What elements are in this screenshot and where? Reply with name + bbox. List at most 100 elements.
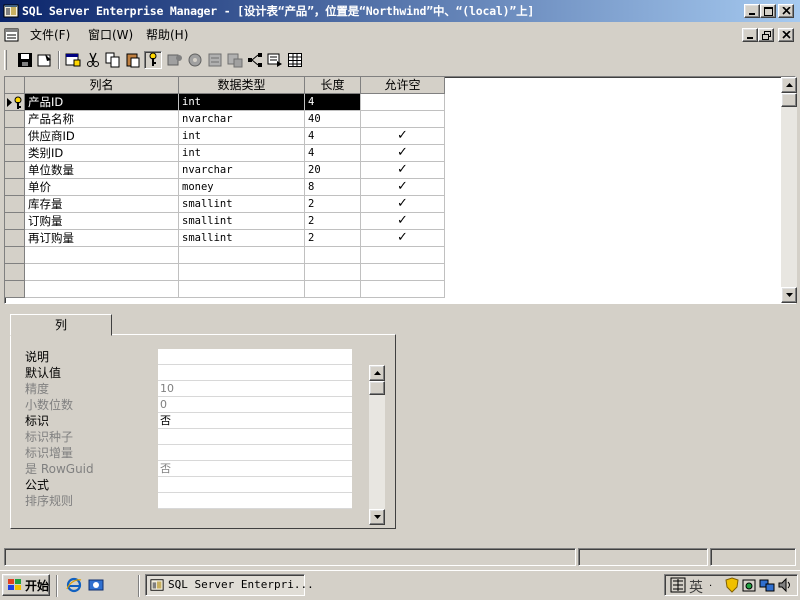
cell-allow-nulls[interactable] [361,94,445,111]
row-selector[interactable] [5,179,25,196]
view-sql-button[interactable] [266,51,284,69]
save-button[interactable] [16,51,34,69]
cell-data-type[interactable]: money [179,179,305,196]
scroll-thumb[interactable] [369,381,385,395]
network-connection-icon[interactable] [759,577,775,593]
cell-allow-nulls[interactable]: ✓ [361,179,445,196]
row-selector[interactable] [5,111,25,128]
header-column-name[interactable]: 列名 [25,77,179,94]
cell-length[interactable]: 40 [305,111,361,128]
tab-columns[interactable]: 列 [10,314,112,336]
close-button[interactable] [778,4,794,18]
cell-length[interactable]: 2 [305,196,361,213]
cell-allow-nulls[interactable]: ✓ [361,230,445,247]
copy-button[interactable] [104,51,122,69]
cell-length[interactable] [305,281,361,298]
grid-vertical-scrollbar[interactable] [781,77,797,303]
row-selector[interactable] [5,213,25,230]
taskbar-task-enterprise-manager[interactable]: SQL Server Enterpri... [145,574,314,596]
cell-allow-nulls[interactable] [361,264,445,281]
scroll-down-button[interactable] [781,287,797,303]
cell-column-name[interactable] [25,247,179,264]
cell-length[interactable]: 8 [305,179,361,196]
cell-column-name[interactable]: 供应商ID [25,128,179,145]
cell-data-type[interactable]: int [179,145,305,162]
cell-length[interactable]: 2 [305,230,361,247]
security-shield-icon[interactable] [725,577,739,593]
grid-corner-header[interactable] [5,77,25,94]
cell-length[interactable]: 4 [305,94,361,111]
property-value[interactable] [158,349,352,365]
toolbar-grip[interactable] [4,50,7,70]
maximize-button[interactable] [760,4,776,18]
cell-allow-nulls[interactable] [361,111,445,128]
manage-indexes-button[interactable] [206,51,224,69]
cell-allow-nulls[interactable]: ✓ [361,196,445,213]
cell-length[interactable] [305,264,361,281]
grid-button[interactable] [286,51,304,69]
scroll-up-button[interactable] [781,77,797,93]
primary-key-button[interactable] [144,51,162,69]
input-method-icon[interactable] [670,577,686,593]
manage-relationships-button[interactable] [246,51,264,69]
menu-window[interactable]: 窗口(W) [88,27,133,43]
cell-column-name[interactable]: 类别ID [25,145,179,162]
row-selector[interactable] [5,94,25,111]
manage-constraints-button[interactable] [226,51,244,69]
cell-allow-nulls[interactable]: ✓ [361,162,445,179]
row-selector[interactable] [5,281,25,298]
volume-icon[interactable] [777,577,793,593]
cell-column-name[interactable]: 再订购量 [25,230,179,247]
cell-data-type[interactable] [179,281,305,298]
row-selector[interactable] [5,145,25,162]
properties-scrollbar[interactable] [369,365,385,525]
scroll-up-button[interactable] [369,365,385,381]
cell-column-name[interactable]: 产品名称 [25,111,179,128]
cell-column-name[interactable] [25,281,179,298]
cell-column-name[interactable]: 单价 [25,179,179,196]
row-selector[interactable] [5,230,25,247]
cell-data-type[interactable]: nvarchar [179,111,305,128]
cell-allow-nulls[interactable]: ✓ [361,128,445,145]
property-value[interactable] [158,477,352,493]
cell-data-type[interactable] [179,264,305,281]
row-selector[interactable] [5,162,25,179]
internet-explorer-icon[interactable] [66,577,82,593]
cell-allow-nulls[interactable] [361,247,445,264]
row-selector[interactable] [5,247,25,264]
child-restore-button[interactable] [758,28,774,42]
outlook-express-icon[interactable] [88,577,104,593]
row-selector[interactable] [5,196,25,213]
header-data-type[interactable]: 数据类型 [179,77,305,94]
cell-data-type[interactable]: int [179,128,305,145]
menu-help[interactable]: 帮助(H) [146,27,188,43]
cell-data-type[interactable]: nvarchar [179,162,305,179]
minimize-button[interactable] [744,4,760,18]
paste-button[interactable] [124,51,142,69]
cut-button[interactable] [84,51,102,69]
header-length[interactable]: 长度 [305,77,361,94]
cell-length[interactable]: 4 [305,128,361,145]
start-button[interactable]: 开始 [2,574,50,596]
cell-length[interactable]: 2 [305,213,361,230]
cell-allow-nulls[interactable]: ✓ [361,145,445,162]
property-value[interactable]: 否 [158,413,352,429]
cell-length[interactable]: 20 [305,162,361,179]
child-minimize-button[interactable] [742,28,758,42]
row-selector[interactable] [5,264,25,281]
cell-data-type[interactable] [179,247,305,264]
cell-column-name[interactable]: 订购量 [25,213,179,230]
cell-length[interactable] [305,247,361,264]
cell-length[interactable]: 4 [305,145,361,162]
scroll-thumb[interactable] [781,93,797,107]
manage-triggers-button[interactable] [186,51,204,69]
scroll-down-button[interactable] [369,509,385,525]
cell-allow-nulls[interactable]: ✓ [361,213,445,230]
cell-column-name[interactable]: 产品ID [25,94,179,111]
sql-server-service-icon[interactable] [741,577,757,593]
header-allow-nulls[interactable]: 允许空 [361,77,445,94]
cell-column-name[interactable] [25,264,179,281]
properties-button[interactable] [36,51,54,69]
property-value[interactable] [158,365,352,381]
child-close-button[interactable] [778,28,794,42]
